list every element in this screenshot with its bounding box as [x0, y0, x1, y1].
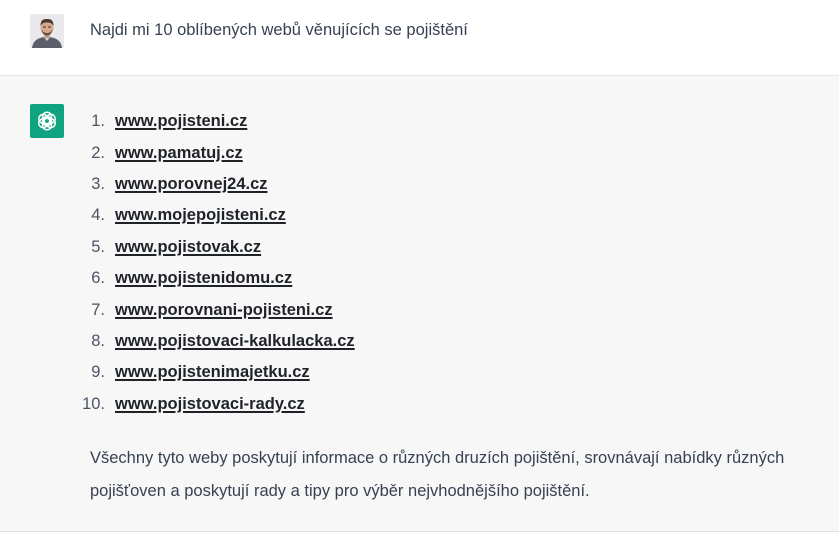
- list-number: 4.: [91, 206, 105, 225]
- list-item: 5. www.pojistovak.cz: [80, 232, 355, 263]
- website-list: 1. www.pojisteni.cz 2. www.pamatuj.cz 3.…: [80, 106, 355, 420]
- list-number: 5.: [91, 237, 105, 256]
- list-item: 9. www.pojistenimajetku.cz: [80, 357, 355, 388]
- website-link[interactable]: www.porovnani-pojisteni.cz: [115, 301, 333, 320]
- website-link[interactable]: www.porovnej24.cz: [115, 175, 268, 194]
- list-number: 2.: [91, 143, 105, 162]
- website-link[interactable]: www.pojisteni.cz: [115, 112, 247, 131]
- list-number: 7.: [91, 300, 105, 319]
- list-item: 10. www.pojistovaci-rady.cz: [80, 389, 355, 420]
- website-link[interactable]: www.pojistenimajetku.cz: [115, 363, 310, 382]
- user-photo-icon: [30, 14, 64, 48]
- website-link[interactable]: www.pojistovak.cz: [115, 238, 261, 257]
- list-item: 4. www.mojepojisteni.cz: [80, 200, 355, 231]
- list-item: 7. www.porovnani-pojisteni.cz: [80, 294, 355, 325]
- website-link[interactable]: www.pojistovaci-kalkulacka.cz: [115, 332, 355, 351]
- list-item: 6. www.pojistenidomu.cz: [80, 263, 355, 294]
- list-item: 8. www.pojistovaci-kalkulacka.cz: [80, 326, 355, 357]
- website-link[interactable]: www.pojistenidomu.cz: [115, 269, 292, 288]
- list-item: 1. www.pojisteni.cz: [80, 106, 355, 137]
- website-link[interactable]: www.pojistovaci-rady.cz: [115, 395, 305, 414]
- website-link[interactable]: www.mojepojisteni.cz: [115, 206, 286, 225]
- list-item: 2. www.pamatuj.cz: [80, 137, 355, 168]
- assistant-avatar: [30, 104, 64, 138]
- user-avatar: [30, 14, 64, 48]
- list-number: 8.: [91, 331, 105, 350]
- list-item: 3. www.porovnej24.cz: [80, 169, 355, 200]
- openai-logo-icon: [38, 111, 56, 131]
- list-number: 6.: [91, 269, 105, 288]
- user-message-row: Najdi mi 10 oblíbených webů věnujících s…: [0, 0, 839, 76]
- user-prompt-text: Najdi mi 10 oblíbených webů věnujících s…: [90, 21, 468, 39]
- list-number: 1.: [91, 112, 105, 131]
- assistant-summary-text: Všechny tyto weby poskytují informace o …: [90, 449, 785, 500]
- list-number: 10.: [82, 394, 105, 413]
- website-link[interactable]: www.pamatuj.cz: [115, 144, 243, 163]
- list-number: 3.: [91, 174, 105, 193]
- assistant-message-row: 1. www.pojisteni.cz 2. www.pamatuj.cz 3.…: [0, 76, 839, 532]
- list-number: 9.: [91, 363, 105, 382]
